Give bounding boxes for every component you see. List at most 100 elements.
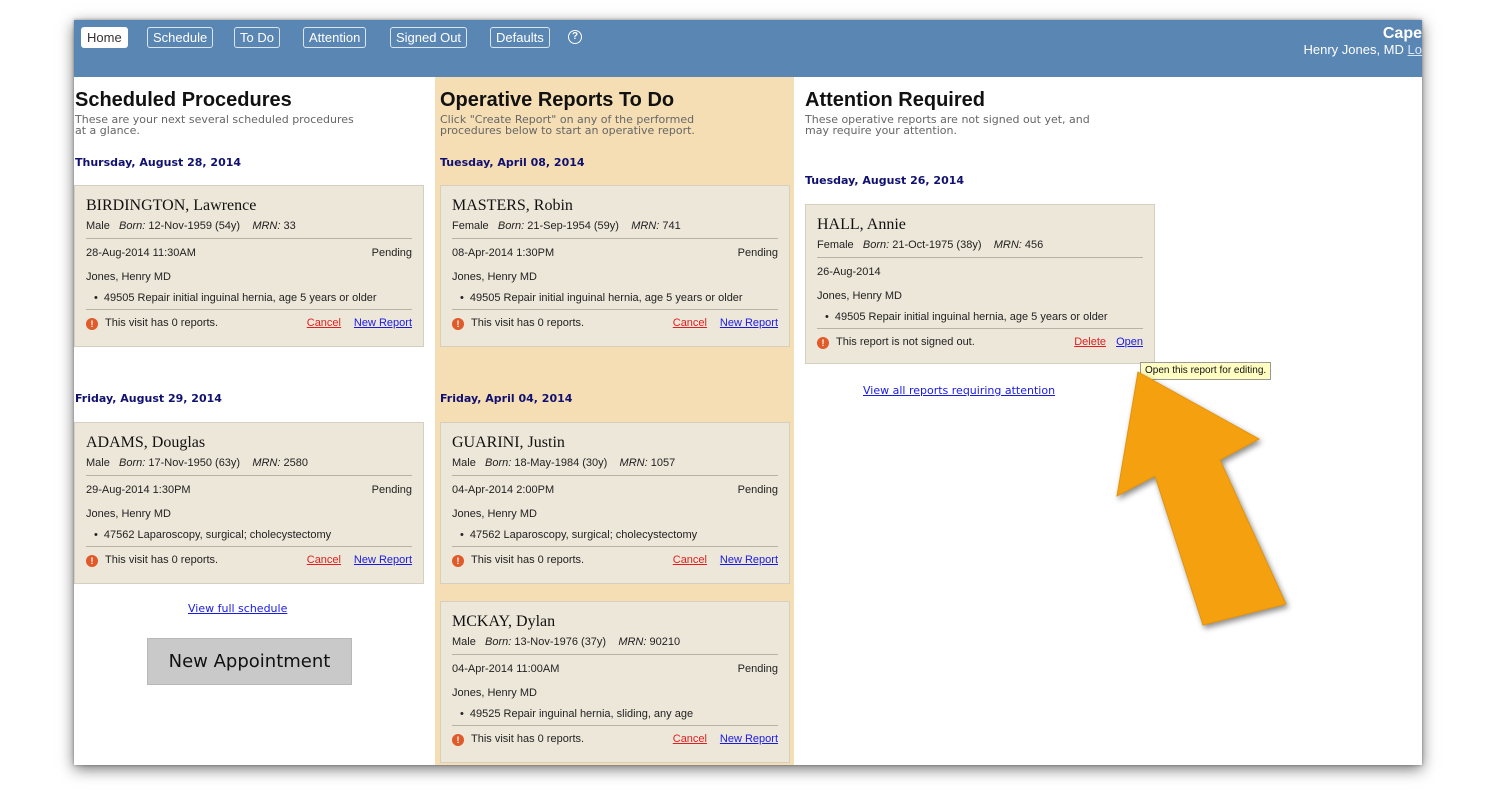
patient-mrn: 90210 bbox=[649, 636, 681, 648]
new-report-link[interactable]: New Report bbox=[354, 554, 412, 566]
appointment-datetime: 04-Apr-2014 2:00PM bbox=[452, 484, 555, 496]
todo-title: Operative Reports To Do bbox=[440, 89, 675, 111]
date-heading: Friday, August 29, 2014 bbox=[75, 392, 222, 405]
patient-born: 12-Nov-1959 (54y) bbox=[148, 220, 241, 232]
procedure-card: MCKAY, Dylan Male Born: 13-Nov-1976 (37y… bbox=[440, 601, 790, 763]
divider bbox=[452, 546, 778, 547]
top-nav-bar: Home Schedule To Do Attention Signed Out… bbox=[74, 20, 1422, 77]
divider bbox=[86, 475, 412, 476]
patient-sex: Female bbox=[817, 239, 854, 251]
report-count-note: This visit has 0 reports. bbox=[471, 733, 585, 745]
patient-name: ADAMS, Douglas bbox=[86, 434, 206, 451]
patient-mrn: 741 bbox=[662, 220, 681, 232]
delete-link[interactable]: Delete bbox=[1074, 336, 1106, 348]
todo-desc-line2: procedures below to start an operative r… bbox=[440, 124, 695, 137]
warning-icon: ! bbox=[452, 734, 464, 746]
status-label: Pending bbox=[737, 484, 778, 496]
divider bbox=[452, 475, 778, 476]
procedure-item: 49525 Repair inguinal hernia, sliding, a… bbox=[460, 708, 783, 720]
report-date: 26-Aug-2014 bbox=[817, 266, 881, 278]
attention-title: Attention Required bbox=[805, 89, 985, 111]
divider bbox=[452, 725, 778, 726]
app-window: Home Schedule To Do Attention Signed Out… bbox=[74, 20, 1422, 765]
warning-icon: ! bbox=[817, 337, 829, 349]
surgeon-name: Jones, Henry MD bbox=[452, 687, 537, 699]
cancel-link[interactable]: Cancel bbox=[307, 317, 341, 329]
mrn-label: MRN: bbox=[618, 636, 647, 648]
procedure-card: MASTERS, Robin Female Born: 21-Sep-1954 … bbox=[440, 185, 790, 347]
new-report-link[interactable]: New Report bbox=[720, 317, 778, 329]
patient-demographics: Male Born: 17-Nov-1950 (63y) MRN: 2580 bbox=[86, 457, 308, 469]
procedure-card: ADAMS, Douglas Male Born: 17-Nov-1950 (6… bbox=[74, 422, 424, 584]
cancel-link[interactable]: Cancel bbox=[673, 554, 707, 566]
status-label: Pending bbox=[737, 247, 778, 259]
tab-defaults[interactable]: Defaults bbox=[490, 27, 550, 48]
cancel-link[interactable]: Cancel bbox=[307, 554, 341, 566]
surgeon-name: Jones, Henry MD bbox=[86, 508, 171, 520]
date-heading: Thursday, August 28, 2014 bbox=[75, 156, 242, 169]
new-report-link[interactable]: New Report bbox=[720, 733, 778, 745]
cancel-link[interactable]: Cancel bbox=[673, 733, 707, 745]
patient-sex: Male bbox=[86, 457, 110, 469]
tab-schedule[interactable]: Schedule bbox=[147, 27, 214, 48]
view-full-schedule-link[interactable]: View full schedule bbox=[188, 602, 287, 615]
warning-icon: ! bbox=[86, 555, 98, 567]
patient-name: MASTERS, Robin bbox=[452, 197, 573, 214]
report-count-note: This visit has 0 reports. bbox=[105, 317, 219, 329]
date-heading: Tuesday, April 08, 2014 bbox=[440, 156, 585, 169]
cancel-link[interactable]: Cancel bbox=[673, 317, 707, 329]
scheduled-desc-line2: at a glance. bbox=[75, 124, 140, 137]
new-report-link[interactable]: New Report bbox=[354, 317, 412, 329]
patient-mrn: 1057 bbox=[650, 457, 676, 469]
patient-born: 17-Nov-1950 (63y) bbox=[148, 457, 241, 469]
patient-name: MCKAY, Dylan bbox=[452, 613, 556, 630]
procedure-card: GUARINI, Justin Male Born: 18-May-1984 (… bbox=[440, 422, 790, 584]
appointment-datetime: 29-Aug-2014 1:30PM bbox=[86, 484, 191, 496]
procedure-item: 49505 Repair initial inguinal hernia, ag… bbox=[94, 292, 417, 304]
tab-todo[interactable]: To Do bbox=[234, 27, 280, 48]
new-report-link[interactable]: New Report bbox=[720, 554, 778, 566]
procedure-item: 47562 Laparoscopy, surgical; cholecystec… bbox=[460, 529, 783, 541]
divider bbox=[452, 654, 778, 655]
procedure-item: 49505 Repair initial inguinal hernia, ag… bbox=[825, 311, 1148, 323]
report-count-note: This visit has 0 reports. bbox=[105, 554, 219, 566]
born-label: Born: bbox=[119, 457, 146, 469]
report-status-note: This report is not signed out. bbox=[836, 336, 975, 348]
born-label: Born: bbox=[485, 636, 512, 648]
tab-signed-out[interactable]: Signed Out bbox=[390, 27, 468, 48]
attention-required-column: Attention Required These operative repor… bbox=[794, 77, 1422, 765]
mrn-label: MRN: bbox=[252, 220, 281, 232]
procedure-card: BIRDINGTON, Lawrence Male Born: 12-Nov-1… bbox=[74, 185, 424, 347]
tab-attention[interactable]: Attention bbox=[303, 27, 367, 48]
appointment-datetime: 04-Apr-2014 11:00AM bbox=[452, 663, 560, 675]
help-icon[interactable]: ? bbox=[568, 30, 582, 44]
patient-demographics: Male Born: 13-Nov-1976 (37y) MRN: 90210 bbox=[452, 636, 680, 648]
brand-name: Cape bbox=[1382, 25, 1422, 42]
user-name: Henry Jones, MD bbox=[1303, 42, 1404, 57]
patient-mrn: 2580 bbox=[283, 457, 308, 469]
open-link[interactable]: Open bbox=[1116, 336, 1143, 348]
reports-todo-column: Operative Reports To Do Click "Create Re… bbox=[435, 77, 794, 765]
report-count-note: This visit has 0 reports. bbox=[471, 317, 585, 329]
born-label: Born: bbox=[119, 220, 146, 232]
patient-demographics: Male Born: 12-Nov-1959 (54y) MRN: 33 bbox=[86, 220, 296, 232]
surgeon-name: Jones, Henry MD bbox=[817, 290, 902, 302]
tab-home[interactable]: Home bbox=[81, 27, 128, 48]
mrn-label: MRN: bbox=[619, 457, 648, 469]
logout-link[interactable]: Lo bbox=[1408, 42, 1422, 57]
mrn-label: MRN: bbox=[252, 457, 281, 469]
surgeon-name: Jones, Henry MD bbox=[86, 271, 171, 283]
born-label: Born: bbox=[862, 239, 890, 251]
patient-born: 21-Oct-1975 (38y) bbox=[892, 239, 982, 251]
patient-demographics: Female Born: 21-Oct-1975 (38y) MRN: 456 bbox=[817, 239, 1043, 251]
divider bbox=[817, 328, 1143, 329]
view-all-attention-link[interactable]: View all reports requiring attention bbox=[863, 384, 1055, 397]
open-tooltip: Open this report for editing. bbox=[1140, 362, 1272, 380]
patient-name: BIRDINGTON, Lawrence bbox=[86, 197, 257, 214]
scheduled-procedures-column: Scheduled Procedures These are your next… bbox=[74, 77, 435, 765]
divider bbox=[86, 309, 412, 310]
patient-sex: Female bbox=[452, 220, 489, 232]
new-appointment-button[interactable]: New Appointment bbox=[147, 638, 352, 685]
status-label: Pending bbox=[371, 247, 412, 259]
scheduled-title: Scheduled Procedures bbox=[75, 89, 292, 111]
